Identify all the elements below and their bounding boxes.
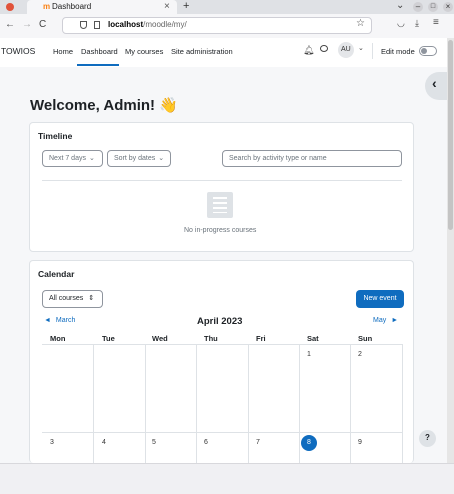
calendar-day-today[interactable]: 8 [307, 439, 311, 446]
url-host: localhost [108, 20, 144, 29]
timeline-search-placeholder: Search by activity type or name [229, 155, 327, 162]
day-header-wed: Wed [152, 334, 168, 343]
day-header-sat: Sat [307, 334, 319, 343]
calendar-grid-top [42, 344, 402, 345]
navbar-divider [372, 43, 373, 59]
edit-mode-toggle-knob [421, 48, 427, 54]
pocket-icon[interactable]: ◡ [397, 18, 405, 29]
message-icon[interactable] [320, 45, 328, 52]
sort-arrows-icon: ⇕ [88, 295, 95, 302]
day-header-thu: Thu [204, 334, 218, 343]
window-maximize-button[interactable]: □ [428, 2, 438, 12]
calendar-grid-col [196, 344, 197, 463]
calendar-day[interactable]: 9 [358, 439, 362, 446]
question-icon: ? [425, 433, 430, 442]
prev-month-link[interactable]: ◄ March [44, 317, 75, 324]
timeline-sort-label: Sort by dates [114, 155, 156, 162]
bookmark-star-icon[interactable]: ☆ [356, 18, 365, 29]
day-header-mon: Mon [50, 334, 66, 343]
new-tab-button[interactable]: + [183, 0, 189, 12]
empty-list-icon-lines [213, 197, 227, 213]
avatar-initials: AU [341, 46, 351, 53]
new-event-button[interactable]: New event [356, 290, 404, 308]
calendar-grid-col [93, 344, 94, 463]
chevron-down-icon: ⌄ [158, 155, 165, 162]
chevron-left-icon: ‹ [432, 75, 437, 91]
calendar-day[interactable]: 5 [152, 439, 156, 446]
back-button[interactable]: ← [5, 19, 15, 30]
window-bottom-area [0, 463, 454, 494]
month-title: April 2023 [197, 316, 243, 327]
timeline-title: Timeline [38, 131, 73, 141]
prev-month-label: March [55, 317, 76, 324]
timeline-day-filter[interactable]: Next 7 days ⌄ [42, 150, 103, 167]
calendar-grid-col [350, 344, 351, 463]
window-minimize-button[interactable]: – [413, 2, 423, 12]
nav-link-site-administration[interactable]: Site administration [171, 47, 233, 56]
calendar-course-select[interactable]: All courses ⇕ [42, 290, 103, 308]
url-path: /moodle/my/ [143, 20, 187, 29]
calendar-grid-col [145, 344, 146, 463]
nav-link-my-courses[interactable]: My courses [125, 47, 163, 56]
chevron-down-icon[interactable]: ⌄ [358, 44, 364, 52]
nav-link-dashboard[interactable]: Dashboard [81, 47, 118, 56]
tab-title: Dashboard [52, 2, 92, 11]
tab-close-button[interactable]: × [164, 1, 170, 12]
reload-button[interactable]: C [39, 19, 46, 30]
calendar-day[interactable]: 4 [102, 439, 106, 446]
menu-icon[interactable]: ≡ [433, 17, 439, 28]
day-header-fri: Fri [256, 334, 266, 343]
day-header-tue: Tue [102, 334, 115, 343]
forward-button[interactable]: → [22, 19, 32, 30]
page-title: Welcome, Admin! 👋 [30, 97, 178, 114]
site-brand[interactable]: TOWIOS [1, 46, 35, 56]
edit-mode-label: Edit mode [381, 47, 415, 56]
nav-active-underline [77, 64, 119, 66]
calendar-grid-col [248, 344, 249, 463]
day-header-sun: Sun [358, 334, 373, 343]
calendar-day[interactable]: 7 [256, 439, 260, 446]
timeline-divider [42, 180, 402, 181]
window-close-button[interactable]: × [443, 2, 453, 12]
caret-right-icon: ► [391, 317, 399, 324]
downloads-icon[interactable]: ⤓ [415, 18, 419, 29]
calendar-course-label: All courses [49, 295, 84, 302]
calendar-day[interactable]: 6 [204, 439, 208, 446]
shield-icon [80, 21, 87, 29]
bell-icon[interactable]: 🔔︎ [303, 45, 314, 56]
nav-link-home[interactable]: Home [53, 47, 73, 56]
tabs-overflow-chevron[interactable]: ⌄ [396, 0, 404, 11]
moodle-icon: m [43, 2, 51, 11]
caret-left-icon: ◄ [44, 317, 51, 324]
page-scrollbar-thumb[interactable] [448, 40, 453, 230]
calendar-day[interactable]: 3 [50, 439, 54, 446]
calendar-grid-right [402, 344, 403, 463]
chevron-down-icon: ⌄ [88, 155, 95, 162]
url-text: localhost/moodle/my/ [108, 20, 187, 29]
calendar-day[interactable]: 1 [307, 351, 311, 358]
firefox-icon [6, 3, 14, 11]
calendar-title: Calendar [38, 269, 75, 279]
timeline-sort-select[interactable]: Sort by dates ⌄ [107, 150, 171, 167]
calendar-day[interactable]: 2 [358, 351, 362, 358]
next-month-label: May [373, 317, 387, 324]
timeline-day-filter-label: Next 7 days [49, 155, 86, 162]
page-icon [94, 21, 100, 29]
timeline-empty-text: No in-progress courses [184, 227, 257, 234]
next-month-link[interactable]: May ► [373, 317, 398, 324]
timeline-search-input[interactable]: Search by activity type or name [222, 150, 402, 167]
calendar-grid-row-divider [42, 432, 402, 433]
calendar-grid-col [299, 344, 300, 463]
